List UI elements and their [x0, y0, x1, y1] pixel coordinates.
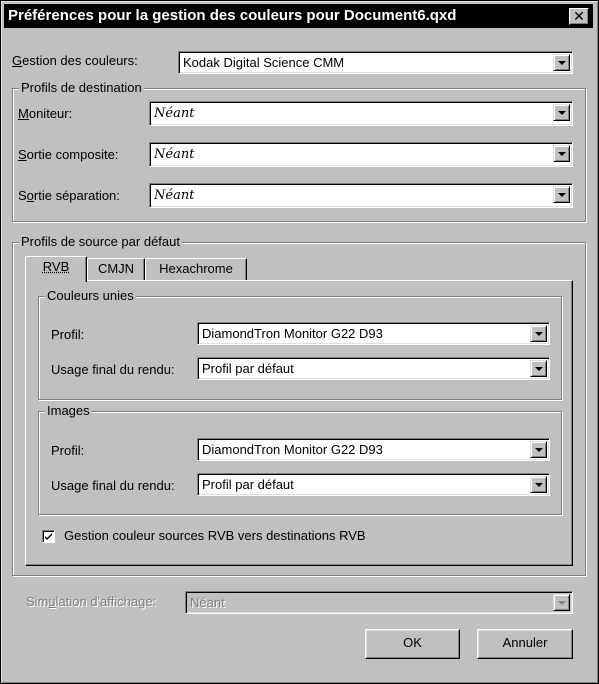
images-intent-label: Usage final du rendu: [51, 478, 175, 493]
display-simulation-select[interactable]: Néant [185, 591, 573, 614]
tab-hexachrome[interactable]: Hexachrome [145, 258, 247, 280]
destination-profiles-title: Profils de destination [19, 80, 144, 96]
rgb-to-rgb-checkbox[interactable] [42, 530, 55, 543]
chevron-down-icon[interactable] [530, 476, 547, 493]
rgb-to-rgb-label[interactable]: Gestion couleur sources RVB vers destina… [64, 528, 366, 544]
tab-cmjn[interactable]: CMJN [87, 258, 145, 280]
images-intent-value: Profil par défaut [202, 477, 294, 492]
solid-colors-group: Couleurs unies [38, 288, 562, 400]
composite-output-value: Néant [154, 147, 195, 162]
close-icon: ✕ [573, 8, 585, 24]
composite-output-select[interactable]: Néant [149, 142, 573, 167]
images-profile-label: Profil: [51, 443, 85, 458]
color-management-select[interactable]: Kodak Digital Science CMM [178, 51, 573, 74]
checkmark-icon [45, 533, 52, 540]
title-bar[interactable]: Préférences pour la gestion des couleurs… [4, 4, 593, 28]
chevron-down-icon[interactable] [530, 441, 547, 458]
chevron-down-icon[interactable] [553, 186, 570, 203]
images-group: Images [38, 403, 562, 515]
solid-profile-value: DiamondTron Monitor G22 D93 [202, 326, 383, 341]
chevron-down-icon[interactable] [553, 145, 570, 162]
display-simulation-value: Néant [190, 595, 225, 610]
separation-output-select[interactable]: Néant [149, 183, 573, 208]
solid-profile-label: Profil: [51, 327, 85, 342]
images-intent-select[interactable]: Profil par défaut [197, 473, 550, 496]
chevron-down-icon[interactable] [530, 360, 547, 377]
chevron-down-icon[interactable] [553, 594, 570, 611]
cancel-button[interactable]: Annuler [477, 629, 573, 659]
window-title: Préférences pour la gestion des couleurs… [8, 7, 457, 24]
composite-output-label: Sortie composite: [18, 147, 119, 162]
source-profiles-title: Profils de source par défaut [19, 234, 182, 250]
separation-output-value: Néant [154, 188, 195, 203]
images-profile-select[interactable]: DiamondTron Monitor G22 D93 [197, 438, 550, 461]
color-management-label: Gestion des couleurs: [12, 53, 138, 68]
chevron-down-icon[interactable] [530, 325, 547, 342]
separation-output-label: Sortie séparation: [18, 188, 120, 203]
monitor-profile-select[interactable]: Néant [149, 101, 573, 126]
solid-intent-value: Profil par défaut [202, 361, 294, 376]
monitor-label: Moniteur: [18, 106, 73, 121]
color-management-value: Kodak Digital Science CMM [183, 55, 345, 70]
solid-profile-select[interactable]: DiamondTron Monitor G22 D93 [197, 322, 550, 345]
chevron-down-icon[interactable] [553, 104, 570, 121]
color-management-dialog: Préférences pour la gestion des couleurs… [0, 0, 599, 684]
chevron-down-icon[interactable] [553, 54, 570, 71]
monitor-profile-value: Néant [154, 106, 195, 121]
tab-rvb[interactable]: RVB [25, 256, 87, 282]
solid-intent-select[interactable]: Profil par défaut [197, 357, 550, 380]
close-button[interactable]: ✕ [569, 8, 589, 25]
images-profile-value: DiamondTron Monitor G22 D93 [202, 442, 383, 457]
solid-colors-title: Couleurs unies [45, 288, 136, 304]
display-simulation-label: Simulation d'affichage: [26, 594, 157, 609]
ok-button[interactable]: OK [365, 629, 460, 659]
images-title: Images [45, 403, 92, 419]
solid-intent-label: Usage final du rendu: [51, 362, 175, 377]
